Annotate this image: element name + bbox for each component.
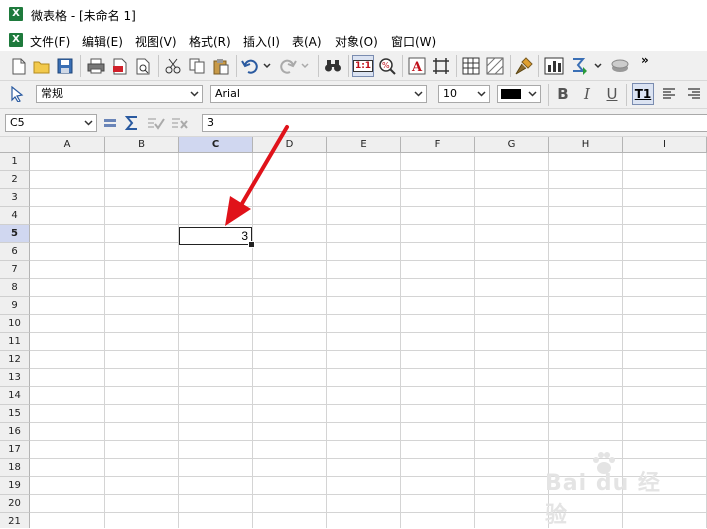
baidu-watermark: Bai du 经验 <box>545 451 675 528</box>
watermark-text: Bai du 经验 <box>545 471 661 528</box>
annotation-arrow <box>225 125 289 226</box>
